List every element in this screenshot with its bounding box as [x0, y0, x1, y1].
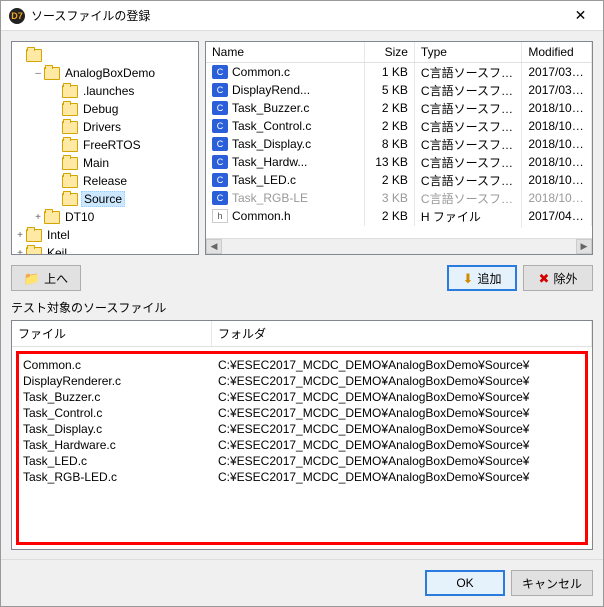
selected-body: Common.cC:¥ESEC2017_MCDC_DEMO¥AnalogBoxD… [16, 351, 588, 545]
file-row[interactable]: Task_Buzzer.c2 KBC言語ソースファイル2018/10/29 [206, 99, 592, 117]
folder-tree[interactable]: – AnalogBoxDemo .launches Debug Drivers FreeR… [11, 41, 199, 255]
col-folder[interactable]: フォルダ [212, 321, 592, 346]
expand-icon[interactable]: + [32, 212, 44, 223]
tree-item[interactable] [14, 46, 196, 64]
selected-row[interactable]: Task_Control.cC:¥ESEC2017_MCDC_DEMO¥Anal… [19, 406, 585, 422]
folder-up-icon: 📁 [24, 272, 40, 285]
selected-row[interactable]: Task_LED.cC:¥ESEC2017_MCDC_DEMO¥AnalogBo… [19, 454, 585, 470]
tree-item[interactable]: + DT10 [14, 208, 196, 226]
tree-item[interactable]: Main [14, 154, 196, 172]
col-file[interactable]: ファイル [12, 321, 212, 346]
file-icon [212, 83, 228, 97]
remove-button[interactable]: ✖除外 [523, 265, 593, 291]
file-row[interactable]: Task_LED.c2 KBC言語ソースファイル2018/10/29 [206, 171, 592, 189]
tree-label: Source [81, 191, 125, 207]
selected-files-list[interactable]: ファイル フォルダ Common.cC:¥ESEC2017_MCDC_DEMO¥… [11, 320, 593, 550]
file-row[interactable]: Common.h2 KBH ファイル2017/04/20 [206, 207, 592, 225]
dialog-window: D7 ソースファイルの登録 ✕ – AnalogBoxDemo .launches D… [0, 0, 604, 607]
file-row[interactable]: Task_Display.c8 KBC言語ソースファイル2018/10/29 [206, 135, 592, 153]
selected-row[interactable]: DisplayRenderer.cC:¥ESEC2017_MCDC_DEMO¥A… [19, 374, 585, 390]
app-icon: D7 [9, 8, 25, 24]
file-list-body: Common.c1 KBC言語ソースファイル2017/03/30DisplayR… [206, 63, 592, 238]
folder-icon [26, 247, 42, 256]
file-row[interactable]: DisplayRend...5 KBC言語ソースファイル2017/03/29 [206, 81, 592, 99]
tree-label: FreeRTOS [81, 138, 143, 152]
tree-item[interactable]: FreeRTOS [14, 136, 196, 154]
file-icon [212, 101, 228, 115]
tree-item[interactable]: + Keil [14, 244, 196, 255]
tree-label: .launches [81, 84, 136, 98]
footer: OK キャンセル [1, 559, 603, 606]
folder-icon [44, 67, 60, 80]
file-icon [212, 65, 228, 79]
folder-icon [62, 85, 78, 98]
file-icon [212, 191, 228, 205]
tree-item[interactable]: Debug [14, 100, 196, 118]
scroll-left-icon[interactable]: ◀ [206, 239, 222, 254]
file-list[interactable]: Name Size Type Modified Common.c1 KBC言語ソ… [205, 41, 593, 255]
file-icon [212, 209, 228, 223]
tree-label: Drivers [81, 120, 123, 134]
selected-row[interactable]: Task_Display.cC:¥ESEC2017_MCDC_DEMO¥Anal… [19, 422, 585, 438]
file-icon [212, 155, 228, 169]
tree-item[interactable]: + Intel [14, 226, 196, 244]
h-scrollbar[interactable]: ◀ ▶ [206, 238, 592, 254]
section-label: テスト対象のソースファイル [1, 299, 603, 320]
add-button[interactable]: ⬇追加 [447, 265, 517, 291]
tree-label: Main [81, 156, 111, 170]
close-button[interactable]: ✕ [558, 1, 603, 31]
tree-label: Intel [45, 228, 72, 242]
selected-row[interactable]: Task_Hardware.cC:¥ESEC2017_MCDC_DEMO¥Ana… [19, 438, 585, 454]
x-icon: ✖ [539, 272, 550, 285]
tree-label: AnalogBoxDemo [63, 66, 157, 80]
titlebar: D7 ソースファイルの登録 ✕ [1, 1, 603, 31]
tree-label: DT10 [63, 210, 96, 224]
tree-label: Release [81, 174, 129, 188]
folder-icon [62, 175, 78, 188]
folder-icon [26, 229, 42, 242]
folder-icon [62, 103, 78, 116]
selected-row[interactable]: Task_Buzzer.cC:¥ESEC2017_MCDC_DEMO¥Analo… [19, 390, 585, 406]
folder-icon [26, 49, 42, 62]
selected-row[interactable]: Common.cC:¥ESEC2017_MCDC_DEMO¥AnalogBoxD… [19, 358, 585, 374]
selected-row[interactable]: Task_RGB-LED.cC:¥ESEC2017_MCDC_DEMO¥Anal… [19, 470, 585, 486]
cancel-button[interactable]: キャンセル [511, 570, 593, 596]
col-name[interactable]: Name [206, 42, 365, 62]
folder-icon [44, 211, 60, 224]
file-row[interactable]: Task_Control.c2 KBC言語ソースファイル2018/10/29 [206, 117, 592, 135]
tree-item[interactable]: Drivers [14, 118, 196, 136]
folder-icon [62, 193, 78, 206]
file-row[interactable]: Task_Hardw...13 KBC言語ソースファイル2018/10/29 [206, 153, 592, 171]
expand-icon[interactable]: + [14, 248, 26, 256]
expand-icon[interactable]: + [14, 230, 26, 241]
file-row[interactable]: Common.c1 KBC言語ソースファイル2017/03/30 [206, 63, 592, 81]
tree-label: Debug [81, 102, 120, 116]
window-title: ソースファイルの登録 [31, 7, 558, 24]
folder-icon [62, 157, 78, 170]
upper-pane: – AnalogBoxDemo .launches Debug Drivers FreeR… [1, 31, 603, 261]
file-row[interactable]: Task_RGB-LE3 KBC言語ソースファイル2018/10/29 [206, 189, 592, 207]
expand-icon[interactable]: – [32, 68, 44, 79]
col-modified[interactable]: Modified [522, 42, 592, 62]
scroll-right-icon[interactable]: ▶ [576, 239, 592, 254]
tree-item[interactable]: Release [14, 172, 196, 190]
selected-header: ファイル フォルダ [12, 321, 592, 347]
ok-button[interactable]: OK [425, 570, 505, 596]
file-icon [212, 137, 228, 151]
col-type[interactable]: Type [415, 42, 522, 62]
tree-label: Keil [45, 246, 69, 255]
folder-icon [62, 139, 78, 152]
file-list-header: Name Size Type Modified [206, 42, 592, 63]
col-size[interactable]: Size [365, 42, 415, 62]
scroll-track[interactable] [222, 239, 576, 254]
folder-icon [62, 121, 78, 134]
action-row: 📁上へ ⬇追加 ✖除外 [1, 261, 603, 299]
file-icon [212, 173, 228, 187]
file-icon [212, 119, 228, 133]
up-button[interactable]: 📁上へ [11, 265, 81, 291]
arrow-down-icon: ⬇ [463, 272, 474, 285]
tree-item[interactable]: .launches [14, 82, 196, 100]
tree-item[interactable]: Source [14, 190, 196, 208]
tree-item[interactable]: – AnalogBoxDemo [14, 64, 196, 82]
